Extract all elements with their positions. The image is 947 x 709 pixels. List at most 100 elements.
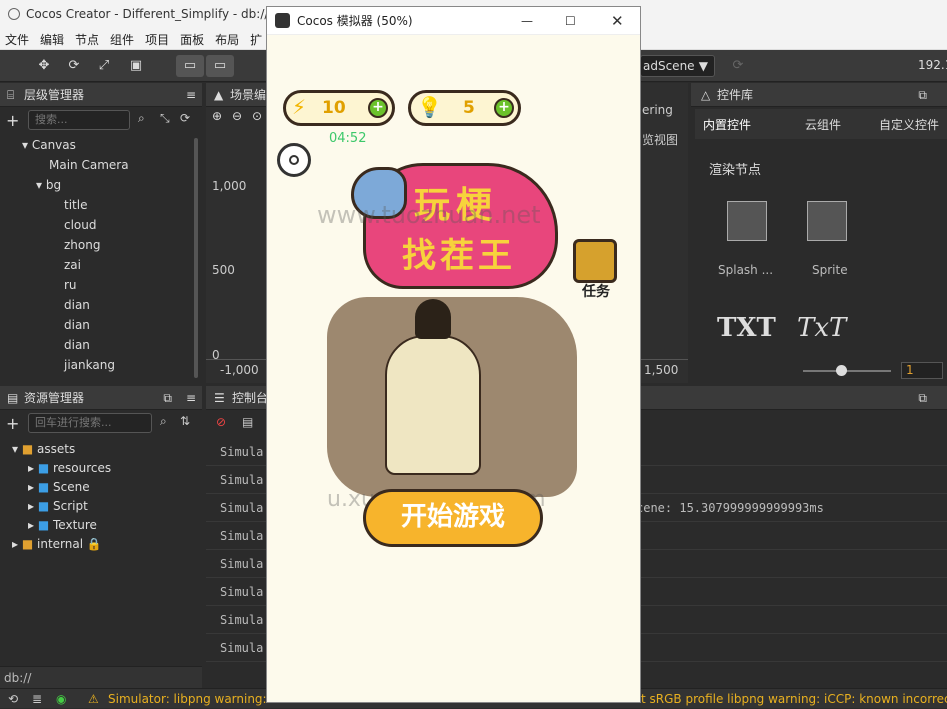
zoom-out-icon[interactable]: ⊖ — [232, 109, 242, 123]
settings-gear-icon[interactable] — [277, 143, 311, 177]
db-icon: ■ — [21, 442, 37, 456]
tree-node[interactable]: dian — [0, 335, 195, 355]
caret-right-icon: ▸ — [28, 499, 38, 513]
start-game-button[interactable]: 开始游戏 — [363, 489, 543, 547]
assets-search-input[interactable]: 回车进行搜索... — [28, 413, 152, 433]
move-tool-icon[interactable]: ✥ — [30, 55, 58, 77]
rotate-tool-icon[interactable]: ⟳ — [60, 55, 88, 77]
zoom-slider[interactable] — [803, 370, 891, 372]
tab-builtin[interactable]: 内置控件 — [703, 116, 751, 133]
simulator-window: Cocos 模拟器 (50%) — ☐ ✕ ⚡ 10 + 💡 5 + 04:52… — [266, 6, 641, 703]
zoom-input[interactable]: 1 — [901, 362, 943, 379]
tab-cloud[interactable]: 云组件 — [805, 116, 841, 133]
tree-node[interactable]: jiankang — [0, 355, 195, 375]
lightbulb-icon: 💡 — [417, 95, 442, 119]
zoom-in-icon[interactable]: ⊕ — [212, 109, 222, 123]
eye-icon[interactable]: ◉ — [56, 689, 66, 709]
slider-handle[interactable] — [836, 365, 847, 376]
widgets-header: △ 控件库 ⧉ — [691, 83, 947, 107]
menu-extension[interactable]: 扩 — [245, 30, 268, 50]
task-scroll-icon[interactable] — [573, 239, 617, 283]
richtext-widget[interactable]: TxT — [797, 313, 846, 343]
widget-label: Splash ... — [718, 263, 774, 277]
refresh-icon[interactable]: ⟳ — [724, 55, 752, 77]
add-energy-button[interactable]: + — [368, 98, 388, 118]
panel-menu-icon[interactable]: ≡ — [186, 386, 196, 410]
widgets-title: 控件库 — [717, 88, 754, 102]
add-hint-button[interactable]: + — [494, 98, 514, 118]
caret-right-icon: ▸ — [12, 537, 22, 551]
sync-icon[interactable]: ⟲ — [8, 689, 18, 709]
caret-down-icon: ▾ — [22, 138, 32, 152]
minimize-icon[interactable]: — — [521, 7, 533, 35]
tree-node[interactable]: Main Camera — [0, 155, 195, 175]
widget-tabs: 内置控件 云组件 自定义控件 — [695, 109, 947, 139]
app-logo-icon — [8, 8, 20, 20]
tree-node[interactable]: title — [0, 195, 195, 215]
panel-menu-icon[interactable]: ≡ — [186, 83, 196, 107]
axis-tick: -1,000 — [220, 363, 259, 377]
popout-icon[interactable]: ⧉ — [163, 386, 172, 410]
asset-folder[interactable]: ▸ ■ Texture — [0, 515, 200, 534]
add-node-icon[interactable]: + — [6, 111, 19, 130]
refresh-icon[interactable]: ⟳ — [180, 111, 190, 125]
menu-component[interactable]: 组件 — [105, 30, 140, 50]
assets-footer: db:// — [0, 666, 202, 688]
open-log-icon[interactable]: ▤ — [242, 415, 253, 429]
tree-node[interactable]: dian — [0, 315, 195, 335]
tab-custom[interactable]: 自定义控件 — [879, 116, 939, 133]
tree-node[interactable]: dian — [0, 295, 195, 315]
tree-node[interactable]: ru — [0, 275, 195, 295]
popout-icon[interactable]: ⧉ — [918, 386, 927, 410]
tree-node[interactable]: cloud — [0, 215, 195, 235]
tree-node-bg[interactable]: ▾ bg — [0, 175, 195, 195]
menu-node[interactable]: 节点 — [70, 30, 105, 50]
warning-icon: ⚠ — [88, 692, 99, 706]
collapse-icon[interactable]: ⤡ — [160, 111, 170, 126]
menu-layout[interactable]: 布局 — [210, 30, 245, 50]
widgets-panel: △ 控件库 ⧉ 内置控件 云组件 自定义控件 渲染节点 Splash ... S… — [691, 83, 947, 383]
scale-tool-icon[interactable]: ⤢ — [90, 55, 118, 77]
folder-icon: ▤ — [7, 391, 19, 405]
asset-folder[interactable]: ▸ ■ resources — [0, 458, 200, 477]
search-icon[interactable]: ⌕ — [138, 111, 145, 126]
rect-tool-icon[interactable]: ▣ — [122, 55, 150, 77]
asset-folder[interactable]: ▸ ■ Script — [0, 496, 200, 515]
popout-icon[interactable]: ⧉ — [918, 83, 927, 107]
task-label[interactable]: 任务 — [582, 281, 610, 301]
db-icon[interactable]: ≣ — [32, 689, 42, 709]
preview-label: 览视图 — [642, 133, 679, 147]
widget-icon: △ — [701, 88, 711, 102]
assets-header: ▤ 资源管理器 ⧉ ≡ — [0, 386, 202, 410]
asset-folder[interactable]: ▸ ■ Scene — [0, 477, 200, 496]
energy-counter: ⚡ 10 + — [283, 90, 395, 126]
watermark: www.tuozhuan.net — [317, 201, 541, 229]
search-icon[interactable]: ⌕ — [160, 414, 167, 429]
scene-select[interactable]: adScene ▼ — [640, 55, 715, 77]
sprite-icon[interactable] — [807, 201, 847, 241]
splash-sprite-icon[interactable] — [727, 201, 767, 241]
asset-folder-assets[interactable]: ▾ ■ assets — [0, 439, 200, 458]
maximize-icon[interactable]: ☐ — [565, 7, 576, 35]
close-icon[interactable]: ✕ — [611, 7, 624, 35]
menu-panel[interactable]: 面板 — [175, 30, 210, 50]
preview-2d-icon[interactable]: ▭ — [176, 55, 204, 77]
game-canvas[interactable]: ⚡ 10 + 💡 5 + 04:52 玩梗 找茬王 任务 www.tuozhua… — [267, 35, 640, 702]
menu-project[interactable]: 项目 — [140, 30, 175, 50]
tree-node[interactable]: zhong — [0, 235, 195, 255]
preview-3d-icon[interactable]: ▭ — [206, 55, 234, 77]
clear-icon[interactable]: ⊘ — [216, 415, 226, 429]
label-widget[interactable]: TXT — [717, 313, 776, 343]
scrollbar[interactable] — [194, 138, 198, 378]
add-asset-icon[interactable]: + — [6, 414, 19, 433]
zoom-fit-icon[interactable]: ⊙ — [252, 109, 262, 123]
hierarchy-search-input[interactable]: 搜索... — [28, 110, 130, 130]
axis-tick: 1,500 — [644, 363, 679, 377]
asset-folder-internal[interactable]: ▸ ■ internal 🔒 — [0, 534, 200, 553]
tree-node[interactable]: zai — [0, 255, 195, 275]
menu-file[interactable]: 文件 — [0, 30, 35, 50]
sort-icon[interactable]: ⇅ — [180, 414, 190, 428]
menu-edit[interactable]: 编辑 — [35, 30, 70, 50]
tree-node-canvas[interactable]: ▾ Canvas — [0, 135, 195, 155]
folder-icon: ■ — [37, 480, 53, 494]
